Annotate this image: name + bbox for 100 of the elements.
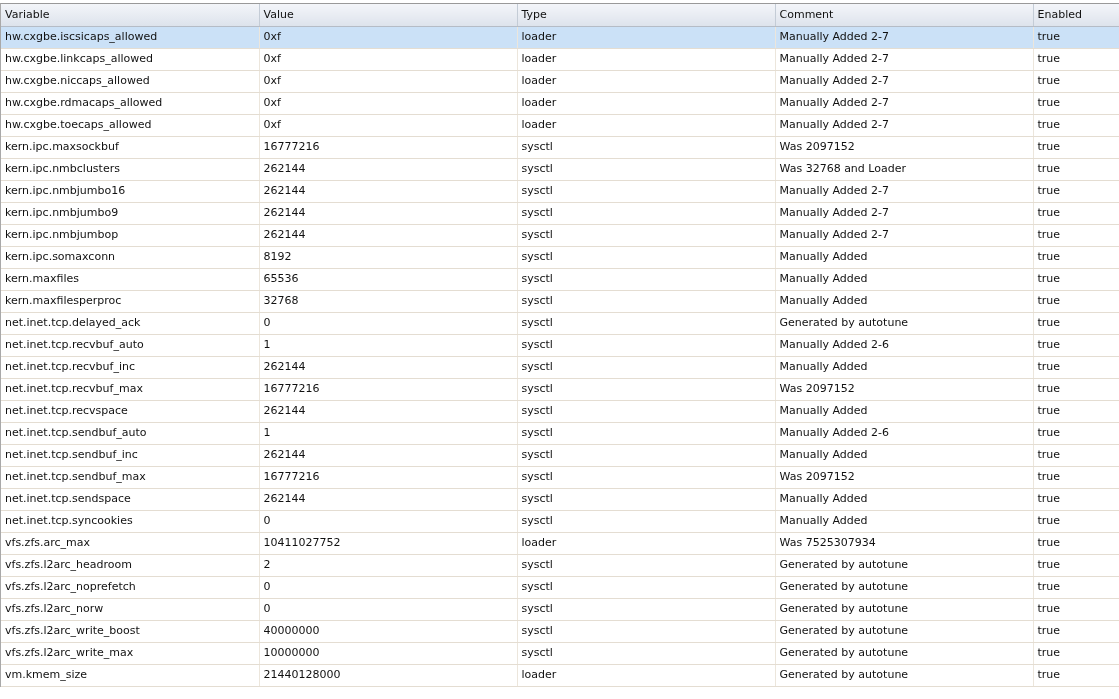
table-row[interactable]: kern.ipc.nmbclusters 262144 sysctl Was 32768 and Loader true (1, 158, 1119, 180)
table-cell: 16777216 (259, 136, 517, 158)
column-header[interactable]: Enabled (1033, 4, 1119, 26)
table-cell: hw.cxgbe.niccaps_allowed (1, 70, 259, 92)
table-row[interactable]: net.inet.tcp.recvbuf_max 16777216 sysctl Was 2097152 true (1, 378, 1119, 400)
table-row[interactable]: net.inet.tcp.sendbuf_auto 1 sysctl Manually Added 2-6 true (1, 422, 1119, 444)
table-cell: Generated by autotune (775, 312, 1033, 334)
table-cell: net.inet.tcp.syncookies (1, 510, 259, 532)
table-row[interactable]: net.inet.tcp.recvbuf_inc 262144 sysctl Manually Added true (1, 356, 1119, 378)
table-cell: 262144 (259, 224, 517, 246)
table-cell: 262144 (259, 444, 517, 466)
table-row[interactable]: kern.ipc.nmbjumbo16 262144 sysctl Manually Added 2-7 true (1, 180, 1119, 202)
table-cell: sysctl (517, 136, 775, 158)
table-row[interactable]: kern.ipc.nmbjumbop 262144 sysctl Manually Added 2-7 true (1, 224, 1119, 246)
table-row[interactable]: vfs.zfs.l2arc_headroom 2 sysctl Generated by autotune true (1, 554, 1119, 576)
table-cell: Manually Added 2-7 (775, 26, 1033, 48)
column-header[interactable]: Value (259, 4, 517, 26)
table-row[interactable]: kern.maxfiles 65536 sysctl Manually Added true (1, 268, 1119, 290)
table-cell: sysctl (517, 466, 775, 488)
table-cell: true (1033, 620, 1119, 642)
table-cell: 0xf (259, 70, 517, 92)
table-row[interactable]: kern.ipc.somaxconn 8192 sysctl Manually Added true (1, 246, 1119, 268)
column-header[interactable]: Type (517, 4, 775, 26)
table-cell: Generated by autotune (775, 554, 1033, 576)
table-cell: Manually Added (775, 488, 1033, 510)
table-cell: true (1033, 444, 1119, 466)
table-cell: Manually Added 2-6 (775, 334, 1033, 356)
table-cell: net.inet.tcp.recvspace (1, 400, 259, 422)
table-cell: 262144 (259, 180, 517, 202)
table-cell: 65536 (259, 268, 517, 290)
table-cell: net.inet.tcp.recvbuf_auto (1, 334, 259, 356)
table-cell: vfs.zfs.l2arc_norw (1, 598, 259, 620)
table-cell: true (1033, 268, 1119, 290)
table-cell: 0xf (259, 48, 517, 70)
table-cell: true (1033, 334, 1119, 356)
table-cell: sysctl (517, 642, 775, 664)
table-cell: hw.cxgbe.linkcaps_allowed (1, 48, 259, 70)
table-cell: Manually Added 2-7 (775, 92, 1033, 114)
table-cell: sysctl (517, 598, 775, 620)
table-cell: 0xf (259, 26, 517, 48)
table-row[interactable]: vfs.zfs.l2arc_write_max 10000000 sysctl Generated by autotune true (1, 642, 1119, 664)
table-row[interactable]: vfs.zfs.l2arc_noprefetch 0 sysctl Generated by autotune true (1, 576, 1119, 598)
table-row[interactable]: vfs.zfs.l2arc_write_boost 40000000 sysctl Generated by autotune true (1, 620, 1119, 642)
table-row[interactable]: hw.cxgbe.niccaps_allowed 0xf loader Manually Added 2-7 true (1, 70, 1119, 92)
column-header[interactable]: Variable (1, 4, 259, 26)
table-cell: true (1033, 224, 1119, 246)
table-cell: sysctl (517, 488, 775, 510)
table-cell: 262144 (259, 356, 517, 378)
table-row[interactable]: net.inet.tcp.recvspace 262144 sysctl Manually Added true (1, 400, 1119, 422)
selected-table-row[interactable]: hw.cxgbe.iscsicaps_allowed 0xf loader Manually Added 2-7 true (1, 26, 1119, 48)
table-row[interactable]: kern.ipc.nmbjumbo9 262144 sysctl Manually Added 2-7 true (1, 202, 1119, 224)
table-cell: Manually Added 2-7 (775, 224, 1033, 246)
table-row[interactable]: net.inet.tcp.sendspace 262144 sysctl Manually Added true (1, 488, 1119, 510)
table-row[interactable]: net.inet.tcp.delayed_ack 0 sysctl Generated by autotune true (1, 312, 1119, 334)
table-row[interactable]: kern.ipc.maxsockbuf 16777216 sysctl Was 2097152 true (1, 136, 1119, 158)
table-cell: 262144 (259, 400, 517, 422)
table-cell: true (1033, 202, 1119, 224)
table-cell: Was 2097152 (775, 378, 1033, 400)
table-cell: 262144 (259, 202, 517, 224)
table-cell: net.inet.tcp.recvbuf_inc (1, 356, 259, 378)
table-cell: sysctl (517, 620, 775, 642)
table-cell: kern.maxfiles (1, 268, 259, 290)
table-cell: true (1033, 92, 1119, 114)
table-cell: Was 2097152 (775, 466, 1033, 488)
table-cell: true (1033, 466, 1119, 488)
table-cell: sysctl (517, 158, 775, 180)
table-cell: hw.cxgbe.iscsicaps_allowed (1, 26, 259, 48)
table-row[interactable]: vm.kmem_size 21440128000 loader Generated by autotune true (1, 664, 1119, 686)
table-row[interactable]: kern.maxfilesperproc 32768 sysctl Manually Added true (1, 290, 1119, 312)
table-row[interactable]: net.inet.tcp.sendbuf_inc 262144 sysctl Manually Added true (1, 444, 1119, 466)
table-cell: true (1033, 642, 1119, 664)
table-cell: loader (517, 26, 775, 48)
table-cell: net.inet.tcp.recvbuf_max (1, 378, 259, 400)
table-row[interactable]: hw.cxgbe.rdmacaps_allowed 0xf loader Manually Added 2-7 true (1, 92, 1119, 114)
table-cell: true (1033, 554, 1119, 576)
column-header[interactable]: Comment (775, 4, 1033, 26)
table-row[interactable]: vfs.zfs.arc_max 10411027752 loader Was 7525307934 true (1, 532, 1119, 554)
table-row[interactable]: hw.cxgbe.linkcaps_allowed 0xf loader Manually Added 2-7 true (1, 48, 1119, 70)
table-cell: true (1033, 378, 1119, 400)
table-row[interactable]: net.inet.tcp.sendbuf_max 16777216 sysctl Was 2097152 true (1, 466, 1119, 488)
table-cell: 10000000 (259, 642, 517, 664)
table-cell: sysctl (517, 444, 775, 466)
table-cell: true (1033, 598, 1119, 620)
table-cell: sysctl (517, 400, 775, 422)
table-row[interactable]: net.inet.tcp.recvbuf_auto 1 sysctl Manually Added 2-6 true (1, 334, 1119, 356)
table-cell: 32768 (259, 290, 517, 312)
table-cell: Generated by autotune (775, 664, 1033, 686)
table-cell: sysctl (517, 312, 775, 334)
table-cell: sysctl (517, 378, 775, 400)
table-row[interactable]: vfs.zfs.l2arc_norw 0 sysctl Generated by autotune true (1, 598, 1119, 620)
table-cell: true (1033, 136, 1119, 158)
table-row[interactable]: hw.cxgbe.toecaps_allowed 0xf loader Manually Added 2-7 true (1, 114, 1119, 136)
table-cell: 0 (259, 312, 517, 334)
table-row[interactable]: net.inet.tcp.syncookies 0 sysctl Manually Added true (1, 510, 1119, 532)
table-cell: Manually Added (775, 400, 1033, 422)
table-cell: kern.ipc.nmbjumbo16 (1, 180, 259, 202)
table-cell: loader (517, 48, 775, 70)
table-cell: Manually Added 2-7 (775, 70, 1033, 92)
table-cell: true (1033, 422, 1119, 444)
table-cell: kern.ipc.somaxconn (1, 246, 259, 268)
